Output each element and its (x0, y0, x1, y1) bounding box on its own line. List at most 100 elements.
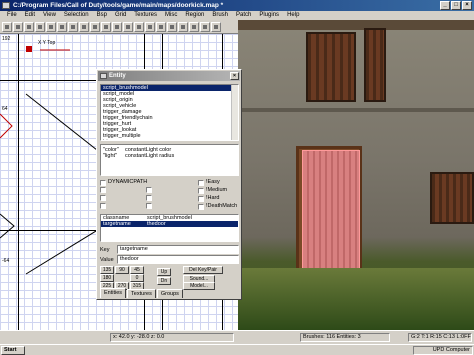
start-button[interactable]: Start (1, 346, 25, 355)
cubic-clip-icon[interactable] (200, 22, 210, 32)
flip-y-icon[interactable] (35, 22, 45, 32)
angle-90-button[interactable]: 90 (115, 266, 129, 274)
checkbox[interactable] (146, 195, 152, 201)
flag-5[interactable] (146, 187, 152, 193)
menu-patch[interactable]: Patch (232, 11, 255, 20)
entity-dialog: Entity × script_brushmodel script_model … (96, 69, 242, 300)
tab-groups[interactable]: Groups (156, 289, 183, 298)
checkbox[interactable] (198, 187, 204, 194)
angle-45-button[interactable]: 45 (130, 266, 144, 274)
tab-entities[interactable]: Entities (100, 288, 127, 298)
dialog-close-button[interactable]: × (230, 72, 239, 80)
menu-region[interactable]: Region (181, 11, 208, 20)
minimize-button[interactable]: _ (440, 1, 450, 10)
flip-x-icon[interactable] (24, 22, 34, 32)
maximize-button[interactable]: □ (451, 1, 461, 10)
flag-dynamicpath[interactable]: DYNAMICPATH (100, 179, 147, 186)
comment-key: "light" (103, 153, 117, 159)
status-coords: x: 42.0 y: -28.0 z: 0.0 (110, 333, 234, 342)
angle-0-button[interactable]: 0 (130, 274, 144, 282)
flag-label: !Hard (206, 195, 220, 201)
entity-dialog-titlebar[interactable]: Entity × (98, 71, 240, 81)
menu-brush[interactable]: Brush (208, 11, 232, 20)
up-button[interactable]: Up (157, 268, 171, 276)
flag-not-medium[interactable]: !Medium (198, 187, 227, 194)
toolbar (0, 20, 238, 34)
menu-view[interactable]: View (39, 11, 60, 20)
list-item[interactable]: trigger_once (101, 139, 238, 140)
kv-value: thedoor (147, 221, 166, 227)
tab-textures[interactable]: Textures (127, 289, 156, 298)
checkbox[interactable] (198, 203, 204, 210)
menu-edit[interactable]: Edit (21, 11, 39, 20)
checkbox[interactable] (100, 187, 106, 193)
flip-z-icon[interactable] (46, 22, 56, 32)
menu-file[interactable]: File (3, 11, 21, 20)
grass-ground (238, 268, 474, 330)
entity-dialog-title: Entity (109, 73, 126, 79)
system-tray: UPD Computer (413, 346, 473, 355)
window-title: C:/Program Files/Call of Duty/tools/game… (13, 2, 224, 9)
window-titlebar: C:/Program Files/Call of Duty/tools/game… (0, 0, 474, 11)
rotate-y-icon[interactable] (68, 22, 78, 32)
checkbox[interactable] (100, 203, 106, 209)
list-scrollbar[interactable] (231, 85, 238, 140)
value-input[interactable]: thedoor (117, 255, 239, 264)
value-field-row: Value thedoor (100, 255, 239, 264)
checkbox[interactable] (146, 203, 152, 209)
flag-label: DYNAMICPATH (108, 179, 148, 185)
texture-view-icon[interactable] (178, 22, 188, 32)
down-button[interactable]: Dn (157, 277, 171, 285)
angle-180-button[interactable]: 180 (100, 274, 114, 282)
save-icon[interactable] (13, 22, 23, 32)
flag-not-hard[interactable]: !Hard (198, 195, 219, 202)
csg-merge-icon[interactable] (134, 22, 144, 32)
flag-label: !DeathMatch (206, 203, 238, 209)
wooden-shutter (306, 32, 356, 102)
entity-icon (100, 73, 107, 79)
checkbox[interactable] (198, 179, 204, 186)
flag-7[interactable] (146, 203, 152, 209)
selected-door-brush[interactable] (302, 150, 360, 274)
open-icon[interactable] (2, 22, 12, 32)
menu-textures[interactable]: Textures (130, 11, 161, 20)
camera-view-3d[interactable] (238, 20, 474, 330)
flag-2[interactable] (100, 187, 106, 193)
select-complete-icon[interactable] (90, 22, 100, 32)
menu-selection[interactable]: Selection (60, 11, 93, 20)
menu-misc[interactable]: Misc (161, 11, 181, 20)
flag-6[interactable] (146, 195, 152, 201)
csg-subtract-icon[interactable] (123, 22, 133, 32)
del-key-pair-button[interactable]: Del Key/Pair (183, 266, 223, 274)
classname-list[interactable]: script_brushmodel script_model script_or… (100, 84, 239, 141)
rotate-z-icon[interactable] (79, 22, 89, 32)
menu-bsp[interactable]: Bsp (93, 11, 111, 20)
stone-band (238, 108, 474, 112)
hollow-icon[interactable] (145, 22, 155, 32)
keyvalue-row[interactable]: targetname thedoor (101, 221, 238, 227)
angle-135-button[interactable]: 135 (100, 266, 114, 274)
camera-icon[interactable] (189, 22, 199, 32)
flag-not-deathmatch[interactable]: !DeathMatch (198, 203, 237, 210)
free-rotate-icon[interactable] (211, 22, 221, 32)
menu-help[interactable]: Help (283, 11, 303, 20)
checkbox[interactable] (100, 195, 106, 201)
flag-4[interactable] (100, 203, 106, 209)
keyvalue-list[interactable]: classname script_brushmodel targetname the… (100, 214, 239, 242)
clipper-icon[interactable] (156, 22, 166, 32)
key-field-row: Key targetname (100, 245, 239, 254)
checkbox[interactable] (198, 195, 204, 202)
checkbox[interactable] (146, 187, 152, 193)
key-input[interactable]: targetname (117, 245, 239, 254)
checkbox[interactable] (100, 179, 106, 186)
flag-not-easy[interactable]: !Easy (198, 179, 220, 186)
select-inside-icon[interactable] (101, 22, 111, 32)
rotate-x-icon[interactable] (57, 22, 67, 32)
change-view-icon[interactable] (167, 22, 177, 32)
select-touching-icon[interactable] (112, 22, 122, 32)
menu-plugins[interactable]: Plugins (255, 11, 283, 20)
menu-grid[interactable]: Grid (111, 11, 130, 20)
flag-3[interactable] (100, 195, 106, 201)
status-grid: G:2 T:1 R:15 C:13 L:0FF (408, 333, 472, 342)
close-button[interactable]: × (462, 1, 472, 10)
